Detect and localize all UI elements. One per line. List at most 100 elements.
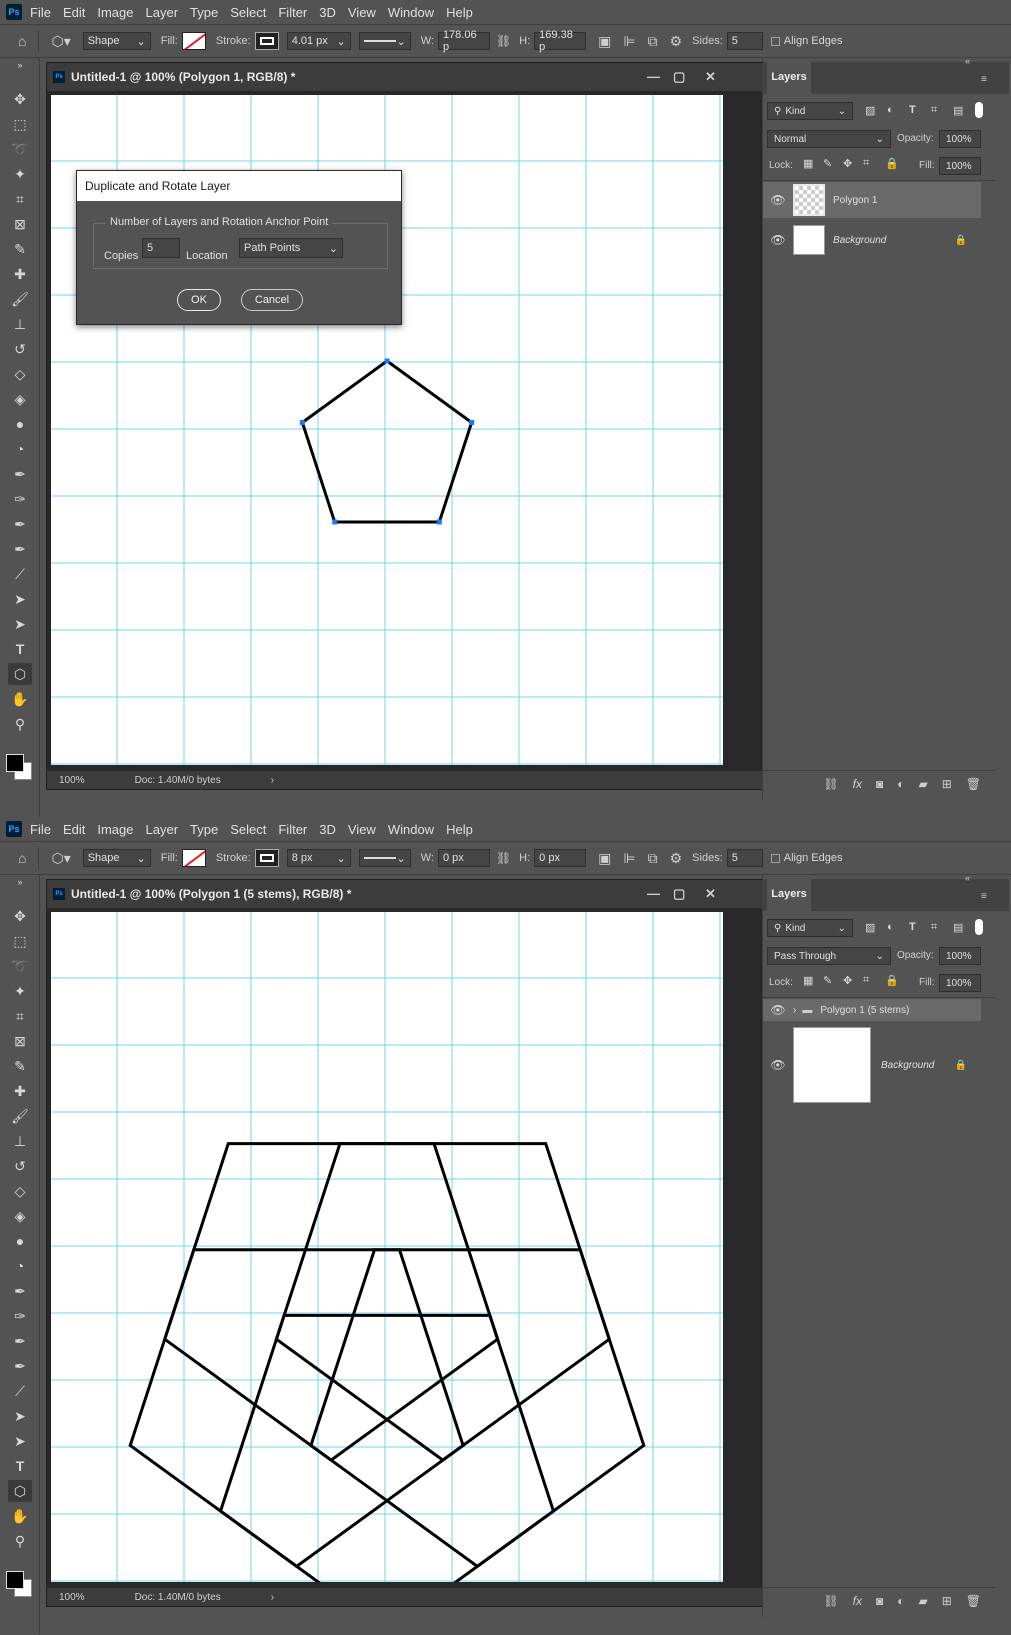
height-input[interactable]: 0 px [534,849,587,867]
new-group-icon[interactable]: ▰ [918,777,927,791]
stroke-swatch[interactable] [254,849,279,867]
layer-row-group[interactable]: 👁 › ▬ Polygon 1 (5 stems) [763,999,981,1021]
add-anchor-tool-icon[interactable]: ✒ [8,513,32,535]
chevron-right-icon[interactable]: › [793,1005,796,1016]
eraser-tool-icon[interactable]: ◇ [8,363,32,385]
lock-position-icon[interactable]: ✥ [843,157,852,170]
type-tool-icon[interactable]: T [8,1455,32,1477]
menu-3d[interactable]: 3D [319,5,336,20]
add-anchor-tool-icon[interactable]: ✒ [8,1330,32,1352]
filter-adjustment-icon[interactable]: ◐ [887,104,894,116]
trash-icon[interactable]: 🗑 [966,777,981,791]
fill-input[interactable]: 100% [939,157,981,175]
direct-selection-tool-icon[interactable]: ➤ [8,1430,32,1452]
eyedropper-tool-icon[interactable]: ✎ [8,1055,32,1077]
frame-tool-icon[interactable]: ⊠ [8,1030,32,1052]
healing-brush-tool-icon[interactable]: ✚ [8,1080,32,1102]
menu-window[interactable]: Window [388,822,434,837]
fx-icon[interactable]: fx [853,777,862,791]
menu-type[interactable]: Type [190,822,218,837]
hand-tool-icon[interactable]: ✋ [8,688,32,710]
history-brush-tool-icon[interactable]: ↺ [8,1155,32,1177]
brush-tool-icon[interactable]: 🖌 [8,288,32,310]
menu-window[interactable]: Window [388,5,434,20]
shape-mode-select[interactable]: Shape ⌄ [82,32,151,50]
link-layers-icon[interactable]: ⛓ [823,777,838,791]
move-tool-icon[interactable]: ✥ [8,88,32,110]
lock-artboard-icon[interactable]: ⌗ [863,157,869,170]
home-icon[interactable]: ⌂ [18,850,26,866]
menu-view[interactable]: View [348,5,376,20]
layers-tab[interactable]: Layers [767,879,811,911]
path-alignment-icon[interactable]: ⊫ [623,33,635,50]
magic-wand-tool-icon[interactable]: ✦ [8,980,32,1002]
path-arrangement-icon[interactable]: ⧉ [648,850,658,867]
lock-position-icon[interactable]: ✥ [843,974,852,987]
chevron-right-icon[interactable]: › [271,1592,274,1603]
fill-swatch[interactable] [181,849,206,867]
maximize-icon[interactable]: ▢ [673,69,685,85]
filter-toggle-icon[interactable] [975,919,983,935]
lock-transparent-icon[interactable]: ▦ [803,974,813,987]
path-arrangement-icon[interactable]: ⧉ [648,33,658,50]
brush-tool-icon[interactable]: 🖌 [8,1105,32,1127]
visibility-eye-icon[interactable]: 👁 [763,1058,793,1072]
foreground-color-swatch[interactable] [6,1571,24,1589]
filter-image-icon[interactable]: ▨ [865,104,875,117]
healing-brush-tool-icon[interactable]: ✚ [8,263,32,285]
pen-tool-icon[interactable]: ✒ [8,463,32,485]
menu-help[interactable]: Help [446,5,473,20]
filter-smart-object-icon[interactable]: ▤ [953,921,963,934]
filter-adjustment-icon[interactable]: ◐ [887,921,894,933]
polygon-tool-icon[interactable]: ⬡ [8,663,32,685]
home-icon[interactable]: ⌂ [18,33,26,49]
menu-file[interactable]: File [30,822,51,837]
new-layer-icon[interactable]: ⊞ [942,1594,952,1608]
close-icon[interactable]: ✕ [705,69,716,85]
collapse-icon[interactable]: » [8,60,32,70]
crop-tool-icon[interactable]: ⌗ [8,1005,32,1027]
lock-all-icon[interactable]: 🔒 [885,157,899,170]
polygon-tool-icon[interactable]: ⬡▾ [51,33,70,50]
layer-row-polygon-1[interactable]: 👁 Polygon 1 [763,182,981,218]
menu-file[interactable]: File [30,5,51,20]
lock-transparent-icon[interactable]: ▦ [803,157,813,170]
lock-pixels-icon[interactable]: ✎ [823,974,832,987]
stroke-type-select[interactable]: ⌄ [358,32,411,50]
blend-mode-select[interactable]: Normal ⌄ [767,130,891,148]
menu-3d[interactable]: 3D [319,822,336,837]
blur-tool-icon[interactable]: ● [8,1230,32,1252]
filter-type-icon[interactable]: T [909,104,916,116]
filter-shape-icon[interactable]: ⌗ [931,921,937,934]
polygon-tool-icon[interactable]: ⬡ [8,1480,32,1502]
opacity-input[interactable]: 100% [939,947,981,965]
adjustment-layer-icon[interactable]: ◐ [897,1594,904,1608]
stamp-tool-icon[interactable]: ⊥ [8,313,32,335]
menu-image[interactable]: Image [97,822,133,837]
foreground-color-swatch[interactable] [6,754,24,772]
copies-input[interactable]: 5 [142,238,180,258]
polygon-tool-icon[interactable]: ⬡▾ [51,850,70,867]
fx-icon[interactable]: fx [853,1594,862,1608]
dodge-tool-icon[interactable]: ◔ [8,1255,32,1277]
blur-tool-icon[interactable]: ● [8,413,32,435]
menu-help[interactable]: Help [446,822,473,837]
crop-tool-icon[interactable]: ⌗ [8,188,32,210]
filter-image-icon[interactable]: ▨ [865,921,875,934]
layers-tab[interactable]: Layers [767,62,811,94]
document-tab[interactable]: Ps Untitled-1 @ 100% (Polygon 1, RGB/8) … [47,63,773,91]
stroke-type-select[interactable]: ⌄ [358,849,411,867]
trash-icon[interactable]: 🗑 [966,1594,981,1608]
location-select[interactable]: Path Points ⌄ [239,238,343,258]
link-icon[interactable]: ⛓ [496,34,511,48]
minimize-icon[interactable]: — [647,69,660,84]
dodge-tool-icon[interactable]: ◔ [8,438,32,460]
panel-collapse-icon[interactable]: « [965,56,970,66]
paint-bucket-tool-icon[interactable]: ◈ [8,388,32,410]
menu-filter[interactable]: Filter [278,5,307,20]
zoom-level[interactable]: 100% [59,1592,85,1603]
menu-select[interactable]: Select [230,5,266,20]
opacity-input[interactable]: 100% [939,130,981,148]
canvas[interactable] [51,912,723,1582]
menu-edit[interactable]: Edit [63,5,85,20]
